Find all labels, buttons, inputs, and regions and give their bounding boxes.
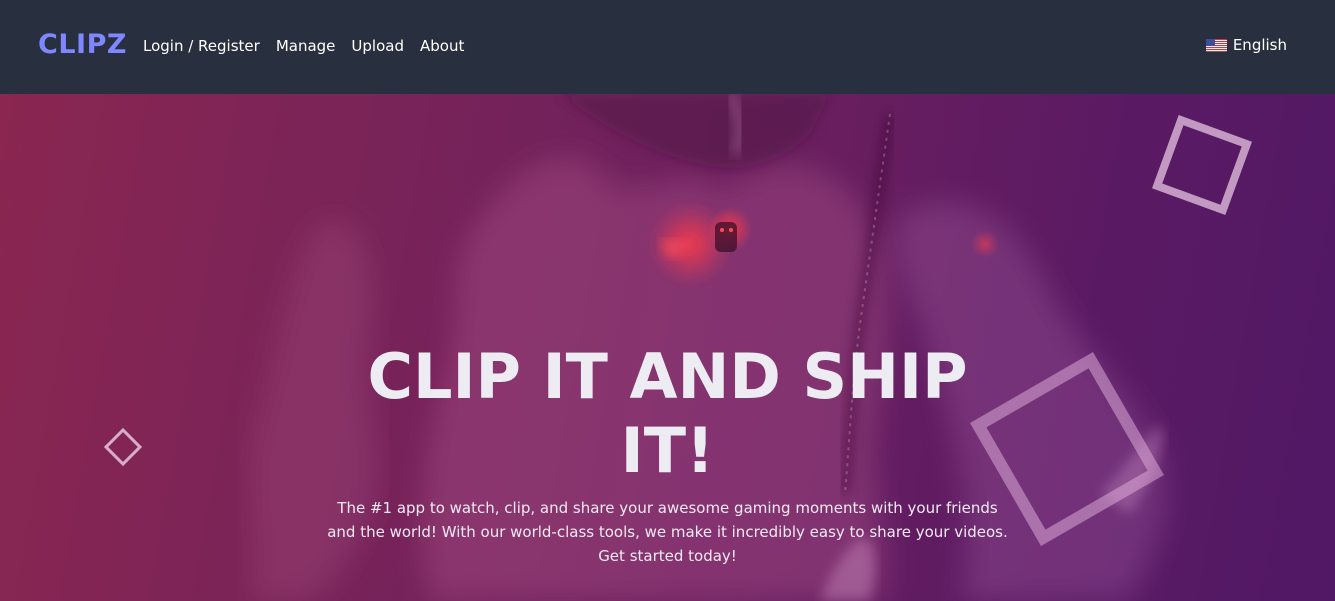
hero-section: CLIP IT AND SHIP IT! The #1 app to watch… xyxy=(0,94,1335,601)
nav-upload[interactable]: Upload xyxy=(351,36,404,56)
language-label: English xyxy=(1232,36,1287,54)
hero-content: CLIP IT AND SHIP IT! The #1 app to watch… xyxy=(0,340,1335,568)
main-nav: Login / Register Manage Upload About xyxy=(143,36,464,56)
us-flag-icon xyxy=(1205,38,1227,52)
nav-manage[interactable]: Manage xyxy=(276,36,336,56)
nav-login-register[interactable]: Login / Register xyxy=(143,36,260,56)
logo-link[interactable]: CLIPZ xyxy=(38,28,127,62)
hero-title: CLIP IT AND SHIP IT! xyxy=(367,340,968,487)
hero-description: The #1 app to watch, clip, and share you… xyxy=(327,499,1008,565)
language-selector[interactable]: English xyxy=(1205,35,1287,55)
nav-about[interactable]: About xyxy=(420,36,464,56)
navbar: CLIPZ Login / Register Manage Upload Abo… xyxy=(0,0,1335,94)
square-outline-icon xyxy=(1152,115,1252,215)
